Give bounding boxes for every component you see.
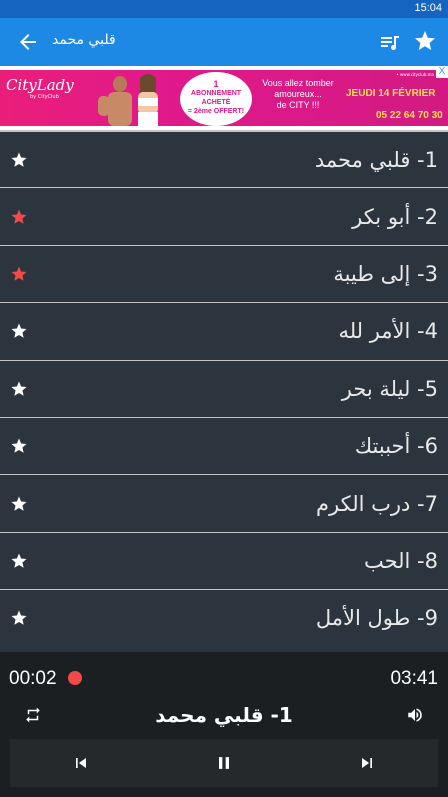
ad-promo-line: Vous allez tomber — [262, 78, 334, 88]
total-time: 03:41 — [390, 668, 438, 689]
track-title: 7- درب الكرم — [316, 491, 438, 516]
favorite-star-icon[interactable] — [10, 265, 28, 283]
record-indicator-dot — [68, 671, 82, 685]
arrow-back-icon[interactable] — [16, 30, 40, 54]
ad-brand-sub: by CityClub — [30, 94, 59, 100]
star-icon[interactable] — [413, 29, 437, 53]
track-title: 9- طول الأمل — [315, 606, 438, 631]
ad-promo-line: amoureux... — [274, 89, 322, 99]
ad-creative[interactable]: CityLady by CityClub 1 ABONNEMENT ACHETÉ… — [0, 70, 448, 126]
track-title: 2- أبو بكر — [352, 204, 438, 229]
star-icon[interactable] — [10, 495, 28, 513]
ad-close-icon[interactable]: X — [436, 66, 448, 78]
ad-date: JEUDI 14 FÉVRIER — [346, 88, 436, 99]
track-title: 3- إلى طيبة — [333, 261, 438, 286]
player-bar: 00:02 03:41 1- قلبي محمد — [0, 652, 448, 797]
favorite-star-icon[interactable] — [10, 208, 28, 226]
track-row[interactable]: 5- ليلة بحر — [0, 359, 448, 417]
track-row[interactable]: 8- الحب — [0, 531, 448, 590]
app-bar: قلبي محمد — [0, 18, 448, 66]
track-title: 8- الحب — [363, 548, 438, 573]
status-bar: 15:04 — [0, 0, 448, 18]
playback-controls — [10, 739, 438, 787]
track-title: 1- قلبي محمد — [314, 147, 438, 172]
ad-offer-badge: 1 ABONNEMENT ACHETÉ = 2ème OFFERT! — [180, 72, 252, 126]
ad-brand-logo: CityLady — [6, 76, 74, 94]
status-time: 15:04 — [414, 2, 442, 14]
playlist-music-icon[interactable] — [378, 30, 402, 54]
ad-badge-line: = 2ème OFFERT! — [187, 108, 245, 115]
ad-promo-line: de CITY !!! — [276, 100, 320, 110]
track-row[interactable]: 2- أبو بكر — [0, 187, 448, 245]
star-icon[interactable] — [10, 609, 28, 627]
track-row[interactable]: 3- إلى طيبة — [0, 244, 448, 303]
star-icon[interactable] — [10, 322, 28, 340]
ad-people-image — [98, 74, 158, 126]
pause-icon[interactable] — [214, 753, 234, 773]
track-title: 4- الأمر لله — [338, 319, 438, 344]
volume-icon[interactable] — [406, 706, 424, 724]
current-time: 00:02 — [9, 668, 57, 689]
ad-badge-line: ABONNEMENT — [190, 90, 242, 97]
track-row[interactable]: 9- طول الأمل — [0, 589, 448, 647]
ad-site: • www.cityclub.ma — [396, 72, 434, 77]
ad-badge-line: 1 — [213, 79, 219, 89]
track-row[interactable]: 4- الأمر لله — [0, 302, 448, 360]
star-icon[interactable] — [10, 380, 28, 398]
star-icon[interactable] — [10, 151, 28, 169]
track-row[interactable]: 7- درب الكرم — [0, 474, 448, 532]
track-title: 6- أحببتك — [354, 434, 438, 459]
skip-previous-icon[interactable] — [71, 753, 91, 773]
track-title: 5- ليلة بحر — [341, 376, 438, 401]
star-icon[interactable] — [10, 437, 28, 455]
now-playing-title: 1- قلبي محمد — [155, 703, 293, 727]
star-icon[interactable] — [10, 552, 28, 570]
ad-promo-text: Vous allez tomber amoureux... de CITY !!… — [256, 78, 340, 111]
page-title: قلبي محمد — [52, 32, 116, 48]
track-row[interactable]: 6- أحببتك — [0, 416, 448, 475]
skip-next-icon[interactable] — [357, 753, 377, 773]
track-list: 1- قلبي محمد 2- أبو بكر 3- إلى طيبة 4- الأم… — [0, 130, 448, 647]
ad-phone: 05 22 64 70 30 — [376, 110, 443, 121]
ad-badge-line: ACHETÉ — [201, 99, 231, 106]
track-row[interactable]: 1- قلبي محمد — [0, 130, 448, 188]
advertisement-banner[interactable]: CityLady by CityClub 1 ABONNEMENT ACHETÉ… — [0, 66, 448, 130]
